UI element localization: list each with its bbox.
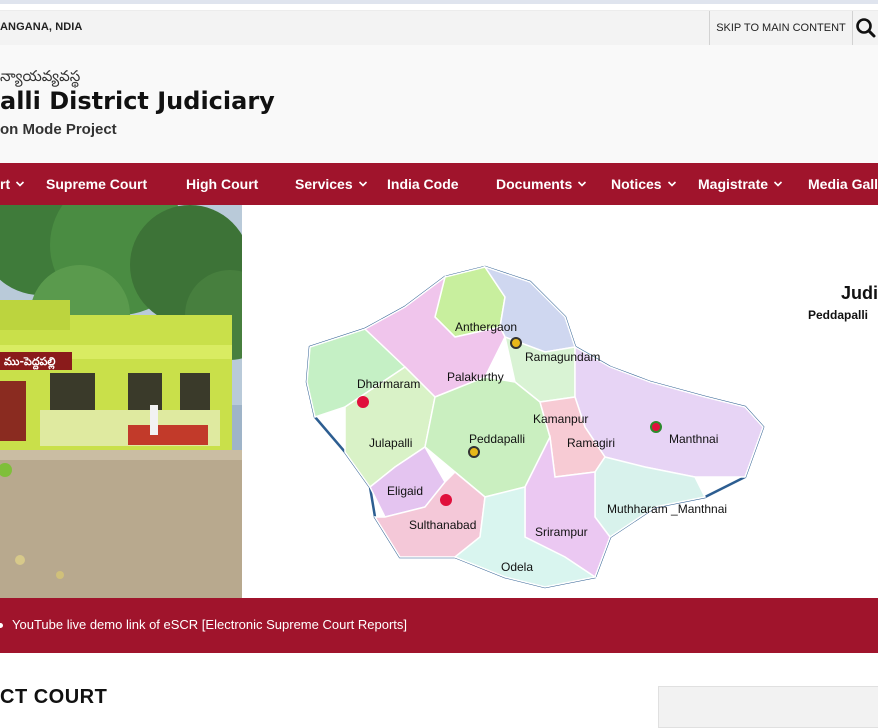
nav-item-magistrate[interactable]: Magistrate xyxy=(698,163,783,205)
nav-item-label: High Court xyxy=(186,176,259,192)
chevron-down-icon xyxy=(16,181,25,187)
main-nav: rt Supreme Court High Court Services Ind… xyxy=(0,163,878,205)
chevron-down-icon xyxy=(667,181,676,187)
nav-item-label: Supreme Court xyxy=(46,176,148,192)
court-building-photo: ము-పెద్దపల్లి xyxy=(0,205,242,598)
map-label-dharmaram: Dharmaram xyxy=(357,377,420,391)
nav-item-label: India Code xyxy=(387,176,459,192)
news-ticker: YouTube live demo link of eSCR [Electron… xyxy=(0,598,878,653)
nav-item-high-court[interactable]: High Court xyxy=(186,163,258,205)
map-label-julapalli: Julapalli xyxy=(369,436,412,450)
nav-item-media-gallery[interactable]: Media Gall xyxy=(808,163,878,205)
map-label-palakurthy: Palakurthy xyxy=(447,370,504,384)
map-label-odela: Odela xyxy=(501,560,533,574)
map-caption-subtitle: Peddapalli xyxy=(808,308,869,322)
hero-banner: ము-పెద్దపల్లి Anthergaon Ramagundam Dhar… xyxy=(0,205,878,598)
utility-bar: ANGANA, NDIA SKIP TO MAIN CONTENT xyxy=(0,10,878,46)
site-subtitle: on Mode Project xyxy=(0,121,117,138)
map-caption-title: Judi xyxy=(840,283,878,303)
top-strip xyxy=(0,0,878,4)
map-label-sulthanabad: Sulthanabad xyxy=(409,518,476,532)
chevron-down-icon xyxy=(578,181,587,187)
location-label: ANGANA, NDIA xyxy=(0,21,83,33)
map-label-anthergaon: Anthergaon xyxy=(455,320,517,334)
sidebar-box xyxy=(658,686,878,728)
chevron-down-icon xyxy=(358,181,367,187)
nav-item-label: Media Gall xyxy=(808,176,878,192)
nav-item-services[interactable]: Services xyxy=(295,163,368,205)
skip-to-content-link[interactable]: SKIP TO MAIN CONTENT xyxy=(709,11,853,45)
nav-item-supreme-court[interactable]: Supreme Court xyxy=(46,163,147,205)
nav-item-label: Magistrate xyxy=(698,176,769,192)
site-header: న్యాయవ్యవస్థ alli District Judiciary on … xyxy=(0,45,878,163)
site-title[interactable]: alli District Judiciary xyxy=(0,87,275,115)
district-map: Anthergaon Ramagundam Dharmaram Palakurt… xyxy=(305,257,775,592)
map-label-manthnai: Manthnai xyxy=(669,432,718,446)
nav-item-court[interactable]: rt xyxy=(0,163,25,205)
map-label-eligaid: Eligaid xyxy=(387,484,423,498)
map-label-ramagiri: Ramagiri xyxy=(567,436,615,450)
nav-item-label: Notices xyxy=(611,176,662,192)
map-label-peddapalli: Peddapalli xyxy=(469,432,525,446)
building-sign: ము-పెద్దపల్లి xyxy=(4,355,55,370)
ticker-link[interactable]: YouTube live demo link of eSCR [Electron… xyxy=(12,617,407,632)
nav-item-label: Services xyxy=(295,176,353,192)
nav-item-notices[interactable]: Notices xyxy=(611,163,677,205)
map-label-srirampur: Srirampur xyxy=(535,525,588,539)
chevron-down-icon xyxy=(773,181,783,187)
nav-item-label: rt xyxy=(0,176,11,192)
site-title-telugu: న్యాయవ్యవస్థ xyxy=(0,67,81,85)
search-icon[interactable] xyxy=(854,14,878,42)
map-caption: Judi Peddapalli xyxy=(808,283,878,322)
map-label-kamanpur: Kamanpur xyxy=(533,412,588,426)
map-label-muthharam-manthnai: Muthharam _Manthnai xyxy=(607,502,727,516)
section-heading: CT COURT xyxy=(0,686,108,708)
nav-item-label: Documents xyxy=(496,176,573,192)
nav-item-india-code[interactable]: India Code xyxy=(387,163,459,205)
bullet-icon xyxy=(0,623,3,628)
map-label-ramagundam: Ramagundam xyxy=(525,350,600,364)
nav-item-documents[interactable]: Documents xyxy=(496,163,587,205)
